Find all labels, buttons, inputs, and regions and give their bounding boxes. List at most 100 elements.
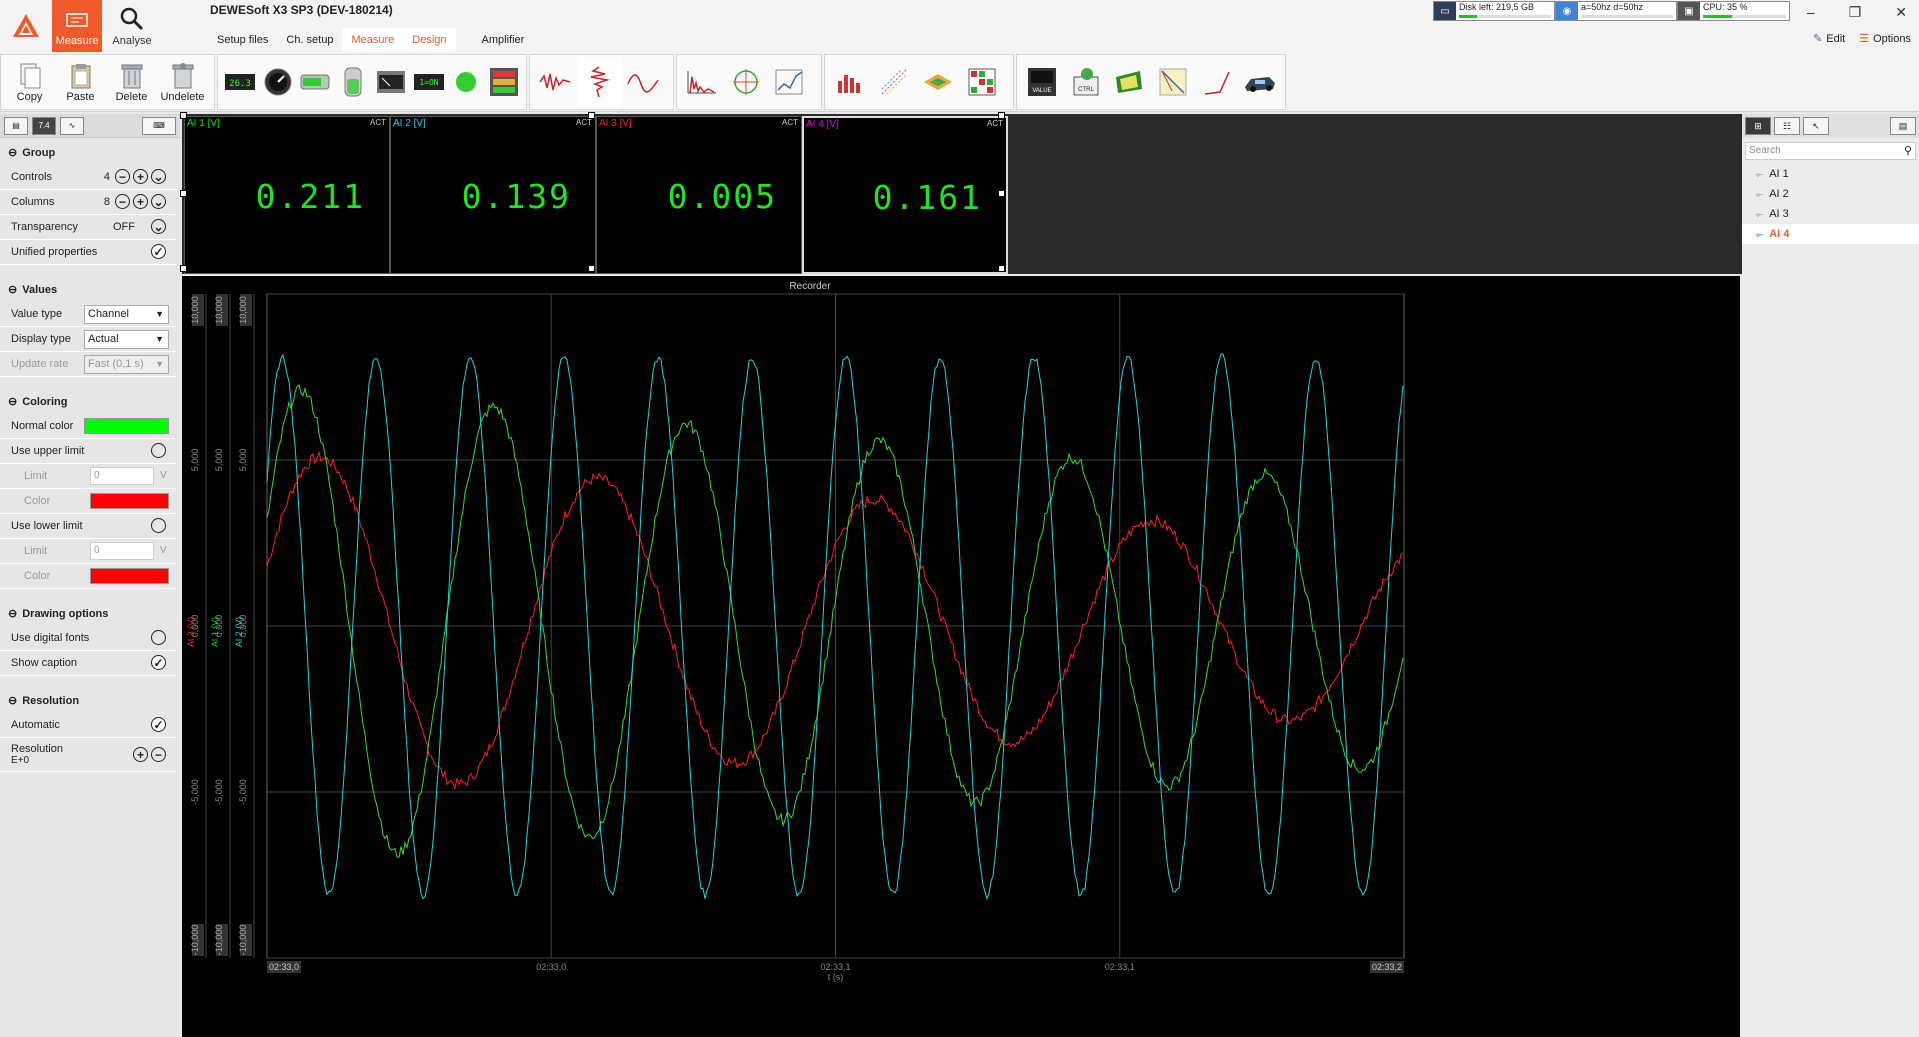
automatic-checkbox[interactable]: ✓	[151, 717, 166, 732]
options-button[interactable]: ☰ Options	[1859, 32, 1911, 45]
coloring-section-header[interactable]: ⊖ Coloring	[0, 387, 180, 414]
analog-gauge-tool-icon[interactable]	[259, 57, 297, 107]
vertical-bar-tool-icon[interactable]	[334, 57, 372, 107]
digital-meter-ai2[interactable]: AI 2 [V] ACT 0.139	[390, 116, 596, 274]
edit-button[interactable]: ✎ Edit	[1813, 32, 1845, 45]
chevron-down-icon[interactable]: ⌄	[151, 194, 166, 209]
analyse-mode-button[interactable]: Analyse	[104, 0, 160, 52]
layout-view-icon[interactable]: ▤	[4, 116, 28, 135]
resize-handle[interactable]	[180, 265, 187, 272]
image-tool-icon[interactable]	[1107, 57, 1151, 107]
recorder-tool-icon[interactable]	[533, 57, 577, 107]
channel-search-input[interactable]: Search ⚲	[1745, 142, 1916, 160]
chevron-down-icon[interactable]: ⌄	[151, 169, 166, 184]
analyse-mode-label: Analyse	[112, 35, 152, 47]
channel-item-ai1[interactable]: ⟜ AI 1	[1742, 164, 1919, 184]
list-view-icon[interactable]: ☷	[1774, 117, 1800, 135]
increase-icon[interactable]: +	[133, 747, 148, 762]
histogram-tool-icon[interactable]	[828, 57, 872, 107]
vector-scope-tool-icon[interactable]	[724, 57, 768, 107]
channel-item-ai3[interactable]: ⟜ AI 3	[1742, 204, 1919, 224]
decrease-icon[interactable]: −	[115, 194, 130, 209]
decrease-icon[interactable]: −	[151, 747, 166, 762]
channel-item-ai4[interactable]: ⟜ AI 4	[1742, 224, 1919, 244]
discrete-switch-tool-icon[interactable]: 1=ON	[410, 57, 448, 107]
tab-amplifier[interactable]: Amplifier	[456, 28, 534, 52]
normal-color-swatch[interactable]	[84, 418, 169, 434]
maximize-icon[interactable]: ❐	[1849, 4, 1862, 21]
close-icon[interactable]: ✕	[1895, 4, 1907, 21]
tab-measure[interactable]: Measure	[342, 28, 404, 52]
3d-graph-tool-icon[interactable]	[916, 57, 960, 107]
resize-handle[interactable]	[588, 265, 595, 272]
upper-limit-input[interactable]: 0	[90, 467, 154, 485]
upper-limit-radio[interactable]	[151, 443, 166, 458]
automatic-label: Automatic	[11, 719, 60, 731]
tree-view-icon[interactable]: ⊞	[1745, 117, 1771, 135]
resolution-section-header[interactable]: ⊖ Resolution	[0, 686, 180, 713]
overload-indicator-tool-icon[interactable]	[372, 57, 410, 107]
recorder-plot[interactable]: Recorder10,0005,0000,000-5,000-10,000AI …	[182, 276, 1740, 1037]
resize-handle[interactable]	[180, 190, 187, 197]
undelete-button[interactable]: Undelete	[157, 55, 208, 109]
horizontal-bar-tool-icon[interactable]	[297, 57, 335, 107]
increase-icon[interactable]: +	[133, 169, 148, 184]
keyboard-icon[interactable]: ⌨	[142, 116, 176, 135]
tab-setup-files[interactable]: Setup files	[208, 28, 277, 52]
measure-mode-button[interactable]: Measure	[52, 0, 102, 52]
increase-icon[interactable]: +	[133, 194, 148, 209]
lower-limit-radio[interactable]	[151, 518, 166, 533]
graph-view-icon[interactable]: ∿	[60, 116, 84, 135]
update-rate-select[interactable]: Fast (0,1 s) ▼	[84, 355, 169, 374]
channel-item-ai2[interactable]: ⟜ AI 2	[1742, 184, 1919, 204]
decrease-icon[interactable]: −	[115, 169, 130, 184]
resize-handle[interactable]	[998, 112, 1005, 119]
digital-fonts-checkbox[interactable]	[151, 630, 166, 645]
tab-ch-setup[interactable]: Ch. setup	[277, 28, 342, 52]
value-tool-icon[interactable]: VALUE	[1020, 57, 1064, 107]
delete-button[interactable]: Delete	[106, 55, 157, 109]
recorder-graph[interactable]: Recorder 10,000 5,000 0,000 -5,000 -10,000 AI …	[182, 276, 1740, 1037]
paste-button[interactable]: Paste	[55, 55, 106, 109]
values-section-header[interactable]: ⊖ Values	[0, 275, 180, 302]
resize-handle[interactable]	[998, 265, 1005, 272]
columns-label: Columns	[11, 196, 55, 208]
lower-limit-value-label: Limit	[24, 545, 48, 557]
chevron-down-icon[interactable]: ⌄	[151, 219, 166, 234]
pointer-icon[interactable]: ↖	[1803, 117, 1829, 135]
minimize-icon[interactable]: –	[1807, 4, 1815, 21]
value-type-select[interactable]: Channel ▼	[84, 305, 169, 324]
ovl-meter-tool-icon[interactable]	[485, 57, 523, 107]
indicator-lamp-tool-icon[interactable]	[448, 57, 486, 107]
digital-meter-ai1[interactable]: AI 1 [V] ACT 0.211	[184, 116, 390, 274]
digital-view-icon[interactable]: 7.4	[32, 116, 56, 135]
show-caption-checkbox[interactable]: ✓	[151, 655, 166, 670]
upper-color-swatch[interactable]	[90, 493, 169, 509]
control-tool-icon[interactable]: CTRL	[1064, 57, 1108, 107]
scope-tool-icon[interactable]	[621, 57, 665, 107]
line-tool-icon[interactable]	[1151, 57, 1195, 107]
lower-limit-input[interactable]: 0	[90, 542, 154, 560]
digital-meter-tool-icon[interactable]: 26.3	[221, 57, 259, 107]
digital-meter-ai4[interactable]: AI 4 [V] ACT 0.161	[802, 116, 1008, 274]
display-type-select[interactable]: Actual ▼	[84, 330, 169, 349]
drawing-section-header[interactable]: ⊖ Drawing options	[0, 599, 180, 626]
3d-model-tool-icon[interactable]	[1238, 57, 1282, 107]
vertical-recorder-tool-icon[interactable]	[577, 57, 621, 107]
lower-color-swatch[interactable]	[90, 568, 169, 584]
group-section-header[interactable]: ⊖ Group	[0, 138, 180, 165]
copy-button[interactable]: Copy	[4, 55, 55, 109]
resize-handle[interactable]	[180, 112, 187, 119]
orbit-tool-icon[interactable]	[768, 57, 812, 107]
digital-meter-ai3[interactable]: AI 3 [V] ACT 0.005	[596, 116, 802, 274]
fft-tool-icon[interactable]	[680, 57, 724, 107]
xy-plot-tool-icon[interactable]	[872, 57, 916, 107]
polyline-tool-icon[interactable]	[1195, 57, 1239, 107]
resize-handle[interactable]	[588, 112, 595, 119]
tab-design[interactable]: Design	[403, 28, 456, 52]
unified-properties-checkbox[interactable]: ✓	[151, 244, 166, 259]
table-tool-icon[interactable]	[960, 57, 1004, 107]
resize-handle[interactable]	[998, 190, 1005, 197]
layout-icon[interactable]: ▤	[1890, 117, 1916, 135]
x-axis-tick-label: 02:33,0	[536, 962, 566, 972]
